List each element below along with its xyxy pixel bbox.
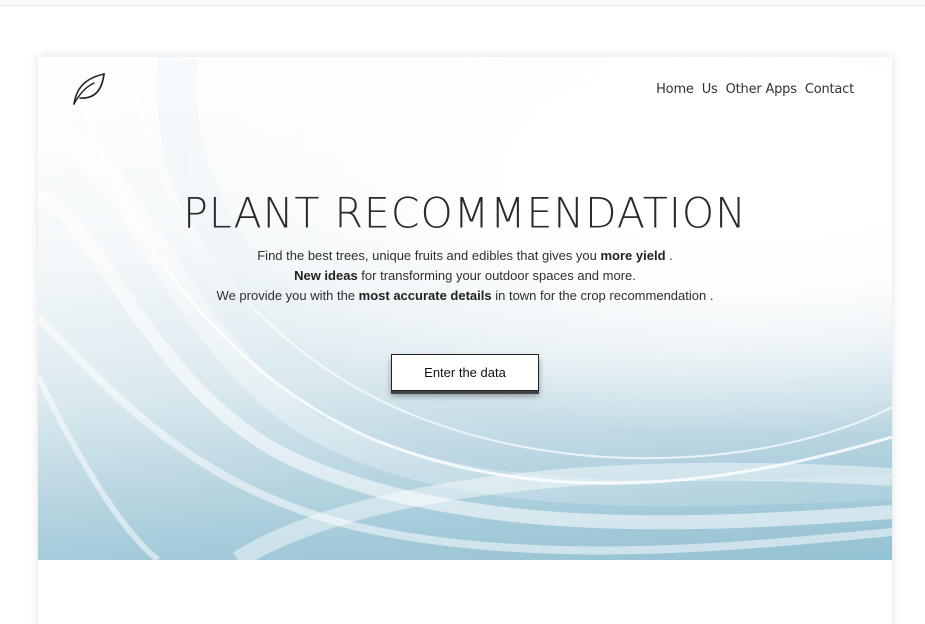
nav-other-apps[interactable]: Other Apps (726, 82, 797, 97)
hero-description: Find the best trees, unique fruits and e… (38, 246, 892, 306)
leaf-logo[interactable] (70, 71, 106, 107)
page-title: PLANT RECOMMENDATION (183, 188, 747, 238)
description-line-3: We provide you with the most accurate de… (38, 286, 892, 306)
enter-data-button[interactable]: Enter the data (391, 354, 539, 391)
line3-text: We provide you with the (216, 288, 359, 303)
nav-home[interactable]: Home (656, 82, 694, 97)
line1-text: Find the best trees, unique fruits and e… (257, 248, 601, 263)
line3-end: in town for the crop recommendation . (491, 288, 714, 303)
hero-background-waves (38, 57, 892, 560)
description-line-1: Find the best trees, unique fruits and e… (38, 246, 892, 266)
line1-end: . (665, 248, 673, 263)
hero-section: Home Us Other Apps Contact PLANT RECOMME… (38, 57, 892, 560)
description-line-2: New ideas for transforming your outdoor … (38, 266, 892, 286)
line1-emphasis: more yield (600, 248, 666, 263)
line3-emphasis: most accurate details (358, 288, 492, 303)
top-navigation: Home Us Other Apps Contact (656, 82, 854, 97)
leaf-icon (73, 72, 105, 105)
nav-contact[interactable]: Contact (805, 82, 854, 97)
line2-emphasis: New ideas (294, 268, 358, 283)
nav-us[interactable]: Us (702, 82, 718, 97)
landing-card: Home Us Other Apps Contact PLANT RECOMME… (38, 57, 892, 624)
line2-text: for transforming your outdoor spaces and… (357, 268, 636, 283)
